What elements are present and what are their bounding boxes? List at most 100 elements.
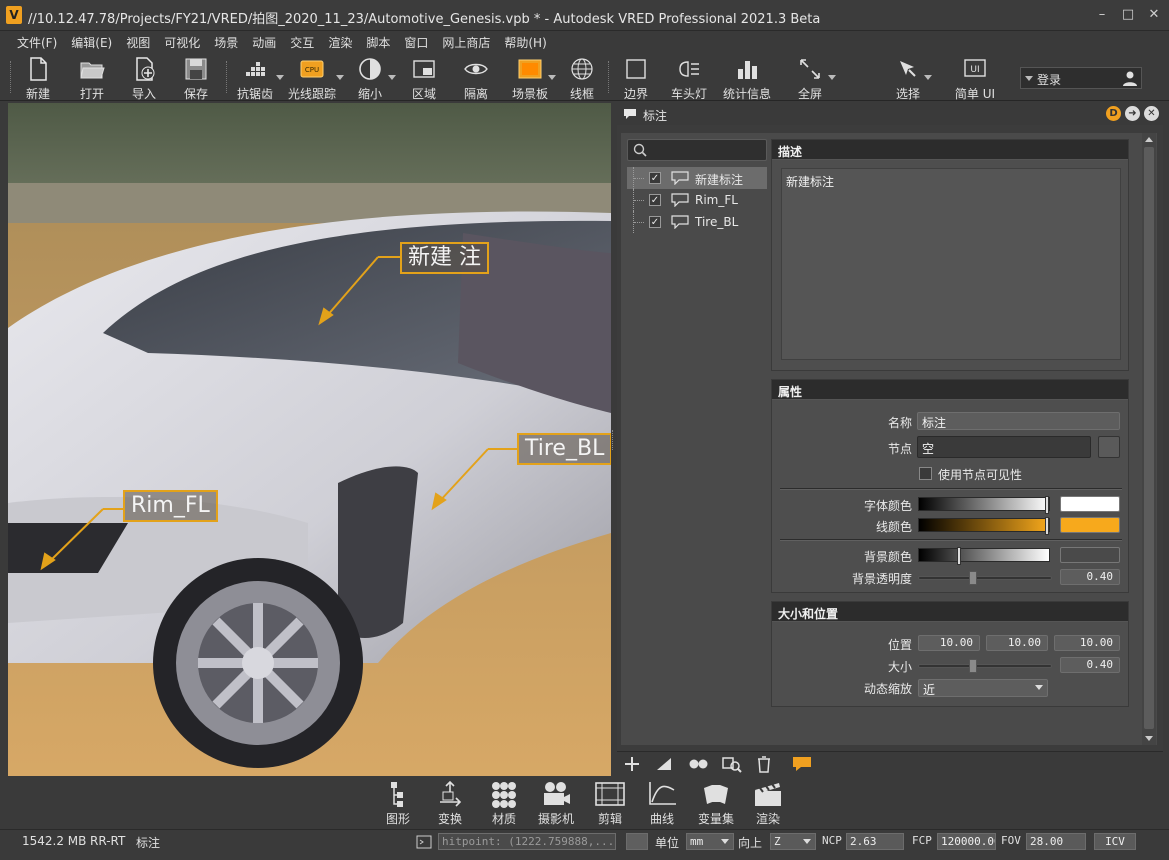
size-position-header[interactable]: 大小和位置 <box>772 602 1128 622</box>
menu-animation[interactable]: 动画 <box>245 31 283 53</box>
annotation-tire-bl[interactable]: Tire_BL <box>517 433 611 465</box>
bounds-button[interactable]: 边界 <box>616 53 656 101</box>
terminal-icon[interactable] <box>416 835 432 849</box>
panel-scrollbar[interactable] <box>1142 133 1156 745</box>
zoom-dropdown[interactable] <box>388 75 396 80</box>
console-toggle-button[interactable] <box>626 833 648 850</box>
render-viewport[interactable]: 新建 注 Tire_BL Rim_FL <box>8 103 611 776</box>
wireframe-button[interactable]: 线框 <box>562 53 602 101</box>
size-field[interactable]: 0.40 <box>1060 657 1120 673</box>
annotation-orange-icon[interactable] <box>791 754 813 774</box>
node-field[interactable]: 空 <box>917 436 1091 458</box>
font-color-handle[interactable] <box>1045 496 1049 514</box>
antialias-dropdown[interactable] <box>276 75 284 80</box>
position-x-field[interactable]: 10.00 <box>918 635 980 651</box>
maximize-button[interactable]: □ <box>1121 8 1135 22</box>
toolbar-grip[interactable] <box>10 61 14 93</box>
properties-header[interactable]: 属性 <box>772 380 1128 400</box>
name-field[interactable]: 标注 <box>917 412 1120 430</box>
scroll-up-arrow-icon[interactable] <box>1145 137 1153 142</box>
icv-button[interactable]: ICV <box>1094 833 1136 850</box>
line-color-gradient[interactable] <box>918 517 1050 535</box>
panel-dock-button[interactable]: D <box>1106 106 1121 121</box>
menu-webshop[interactable]: 网上商店 <box>435 31 497 53</box>
simple-ui-button[interactable]: UI 简单 UI <box>952 53 998 101</box>
delete-trash-icon[interactable] <box>753 754 775 774</box>
sceneplate-dropdown[interactable] <box>548 75 556 80</box>
group-icon[interactable] <box>687 754 709 774</box>
font-color-swatch[interactable] <box>1060 496 1120 512</box>
zoom-button[interactable]: 缩小 <box>350 53 390 101</box>
hitpoint-field[interactable]: hitpoint: (1222.759888,... <box>438 833 616 850</box>
tree-item-rim-fl[interactable]: ✓ Rim_FL <box>627 189 767 211</box>
menu-script[interactable]: 脚本 <box>359 31 397 53</box>
viewport-splitter[interactable] <box>612 430 615 450</box>
new-button[interactable]: 新建 <box>18 53 58 101</box>
panel-close-button[interactable]: ✕ <box>1144 106 1159 121</box>
unit-select[interactable]: mm <box>686 833 734 850</box>
tree-item-checkbox[interactable]: ✓ <box>649 172 661 184</box>
region-button[interactable]: 区域 <box>404 53 444 101</box>
module-graph[interactable]: 图形 <box>380 778 416 828</box>
tree-item-new-annotation[interactable]: ✓ 新建标注 <box>627 167 767 189</box>
raytracing-button[interactable]: CPU 光线跟踪 <box>286 53 338 101</box>
module-material[interactable]: 材质 <box>484 778 524 828</box>
menu-file[interactable]: 文件(F) <box>10 31 64 53</box>
scrollbar-thumb[interactable] <box>1144 147 1154 729</box>
line-color-handle[interactable] <box>1045 517 1049 535</box>
save-button[interactable]: 保存 <box>176 53 216 101</box>
menu-visualization[interactable]: 可视化 <box>157 31 207 53</box>
bg-color-gradient[interactable] <box>918 547 1050 565</box>
flag-icon[interactable] <box>653 754 675 774</box>
menu-scene[interactable]: 场景 <box>207 31 245 53</box>
module-variantsets[interactable]: 变量集 <box>696 778 736 828</box>
annotation-new[interactable]: 新建 注 <box>400 242 489 274</box>
raytracing-dropdown[interactable] <box>336 75 344 80</box>
module-camera[interactable]: 摄影机 <box>536 778 576 828</box>
search-input[interactable] <box>627 139 767 161</box>
minimize-button[interactable]: – <box>1095 8 1109 22</box>
tree-item-tire-bl[interactable]: ✓ Tire_BL <box>627 211 767 233</box>
open-button[interactable]: 打开 <box>72 53 112 101</box>
add-icon[interactable] <box>621 754 643 774</box>
antialias-button[interactable]: 抗锯齿 <box>234 53 276 101</box>
use-node-visibility-checkbox[interactable] <box>919 467 932 480</box>
tree-item-checkbox[interactable]: ✓ <box>649 194 661 206</box>
select-button[interactable]: 选择 <box>888 53 928 101</box>
fullscreen-button[interactable]: 全屏 <box>790 53 830 101</box>
import-button[interactable]: 导入 <box>124 53 164 101</box>
login-combo[interactable]: 登录 <box>1020 67 1142 89</box>
fullscreen-dropdown[interactable] <box>828 75 836 80</box>
size-slider-thumb[interactable] <box>969 659 977 673</box>
tree-item-checkbox[interactable]: ✓ <box>649 216 661 228</box>
fov-field[interactable]: 28.00 <box>1026 833 1086 850</box>
module-render[interactable]: 渲染 <box>750 778 786 828</box>
description-header[interactable]: 描述 <box>772 140 1128 160</box>
panel-next-button[interactable]: ➜ <box>1125 106 1140 121</box>
position-z-field[interactable]: 10.00 <box>1054 635 1120 651</box>
position-y-field[interactable]: 10.00 <box>986 635 1048 651</box>
isolate-button[interactable]: 隔离 <box>456 53 496 101</box>
bg-color-swatch[interactable] <box>1060 547 1120 563</box>
statistics-button[interactable]: 统计信息 <box>720 53 774 101</box>
dynamic-scale-select[interactable]: 近 <box>918 679 1048 697</box>
annotation-rim-fl[interactable]: Rim_FL <box>123 490 218 522</box>
font-color-gradient[interactable] <box>918 496 1050 514</box>
menu-interaction[interactable]: 交互 <box>283 31 321 53</box>
up-axis-select[interactable]: Z <box>770 833 816 850</box>
scroll-down-arrow-icon[interactable] <box>1145 736 1153 741</box>
menu-edit[interactable]: 编辑(E) <box>64 31 119 53</box>
module-transform[interactable]: 变换 <box>432 778 468 828</box>
bg-opacity-slider[interactable] <box>918 571 1052 585</box>
bg-color-handle[interactable] <box>957 547 961 565</box>
description-textarea[interactable]: 新建标注 <box>781 168 1121 360</box>
fcp-field[interactable]: 120000.00 <box>937 833 996 850</box>
module-clips[interactable]: 剪辑 <box>592 778 628 828</box>
headlight-button[interactable]: 车头灯 <box>666 53 712 101</box>
select-dropdown[interactable] <box>924 75 932 80</box>
close-button[interactable]: ✕ <box>1147 8 1161 22</box>
line-color-swatch[interactable] <box>1060 517 1120 533</box>
node-pick-button[interactable] <box>1098 436 1120 458</box>
bg-opacity-field[interactable]: 0.40 <box>1060 569 1120 585</box>
zoom-to-icon[interactable] <box>721 754 743 774</box>
